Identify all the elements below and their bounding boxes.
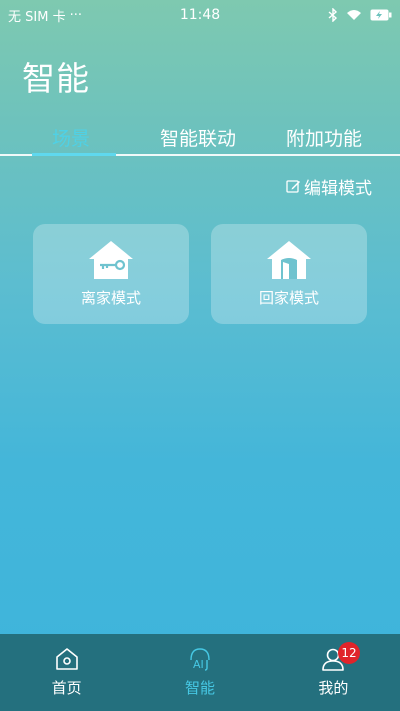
nav-item-home[interactable]: 首页 [0,634,133,711]
active-tab-indicator [32,153,116,156]
carrier-text: 无 SIM 卡 [8,9,66,25]
nav-label: 我的 [318,679,349,697]
battery-charging-icon [370,9,392,21]
notification-badge: 12 [338,642,360,664]
tab-scene[interactable]: 场景 [52,124,90,151]
tab-bar: 场景 智能联动 附加功能 [0,118,400,156]
nav-label: 智能 [184,679,215,697]
wifi-icon [347,10,361,20]
status-bar: 无 SIM 卡 ··· 11:48 [0,0,400,30]
scene-label: 回家模式 [258,289,319,307]
house-door-icon [267,241,311,279]
page-title: 智能 [22,59,90,98]
more-indicator: ··· [69,7,82,23]
bluetooth-icon [328,8,338,22]
edit-mode-button[interactable]: 编辑模式 [286,174,372,199]
scene-card-back-home[interactable]: 回家模式 [211,224,367,324]
ai-icon-text: AI [193,658,204,671]
edit-mode-label: 编辑模式 [304,179,372,199]
nav-label: 首页 [51,679,82,697]
scene-label: 离家模式 [80,289,141,307]
tab-additional-functions[interactable]: 附加功能 [286,124,362,151]
ai-icon: AI [190,648,210,671]
bottom-nav: 首页 AI 智能 我的 12 [0,634,400,711]
status-right [328,8,392,22]
edit-icon [286,180,300,193]
nav-item-smart[interactable]: AI 智能 [133,634,266,711]
house-key-icon [89,241,133,279]
status-left: 无 SIM 卡 ··· [8,6,82,25]
scene-card-leave-home[interactable]: 离家模式 [33,224,189,324]
nav-item-mine[interactable]: 我的 [267,634,400,711]
home-icon [55,648,78,670]
tab-smart-linkage[interactable]: 智能联动 [160,124,236,151]
